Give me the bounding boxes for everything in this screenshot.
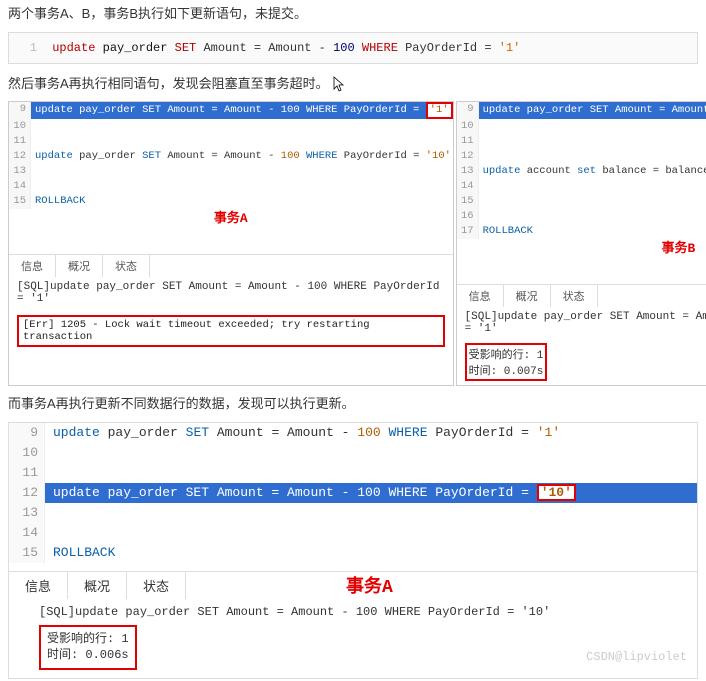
tabs-a: 信息 概况 状态 xyxy=(9,254,453,277)
cursor-icon xyxy=(332,76,348,92)
highlight-value-a: '1' xyxy=(426,102,453,119)
watermark-big: CSDN@lipviolet xyxy=(586,650,687,664)
editor-a: 9update pay_order SET Amount = Amount - … xyxy=(9,102,453,209)
intro-paragraph: 两个事务A、B，事务B执行如下更新语句，未提交。 xyxy=(0,0,706,32)
big-sql-log: [SQL]update pay_order SET Amount = Amoun… xyxy=(9,599,697,619)
line-9a: update pay_order SET Amount = Amount - 1… xyxy=(31,102,453,119)
log-b-sql: [SQL]update pay_order SET Amount = Amoun… xyxy=(457,307,706,339)
big-tabs: 信息 概况 状态 事务A xyxy=(9,571,697,599)
log-a-sql: [SQL]update pay_order SET Amount = Amoun… xyxy=(9,277,453,309)
kw-update: update xyxy=(52,41,95,55)
tab-overview[interactable]: 概况 xyxy=(56,255,103,277)
tab-status[interactable]: 状态 xyxy=(551,285,598,307)
big-line-9: update pay_order SET Amount = Amount - 1… xyxy=(45,423,697,443)
sql-code-block-1: 1 update pay_order SET Amount = Amount -… xyxy=(8,32,698,64)
tab-overview[interactable]: 概况 xyxy=(504,285,551,307)
line-12a: update pay_order SET Amount = Amount - 1… xyxy=(31,149,453,164)
literal-number: 100 xyxy=(333,41,355,55)
literal-string: '1' xyxy=(499,41,521,55)
big-editor: 9update pay_order SET Amount = Amount - … xyxy=(8,422,698,680)
panel-a-label: 事务A xyxy=(9,207,453,226)
stats-box-b: 受影响的行: 1 时间: 0.007s xyxy=(465,343,548,381)
editor-b: 9update pay_order SET Amount = Amount - … xyxy=(457,102,706,239)
line-13b: update account set balance = balance - 5… xyxy=(479,164,706,179)
panel-b-label: 事务B xyxy=(457,237,706,256)
kw-set: SET xyxy=(175,41,197,55)
error-box-a: [Err] 1205 - Lock wait timeout exceeded;… xyxy=(17,315,445,347)
tab-info[interactable]: 信息 xyxy=(457,285,504,307)
tabs-b: 信息 概况 状态 xyxy=(457,284,706,307)
big-line-12: update pay_order SET Amount = Amount - 1… xyxy=(45,483,697,503)
mid-paragraph: 然后事务A再执行相同语句，发现会阻塞直至事务超时。 xyxy=(0,70,706,102)
two-panel-container: 9update pay_order SET Amount = Amount - … xyxy=(8,101,698,386)
tab-status[interactable]: 状态 xyxy=(103,255,150,277)
highlight-value-big: '10' xyxy=(537,484,576,501)
kw-where: WHERE xyxy=(362,41,398,55)
line-9b: update pay_order SET Amount = Amount - 1… xyxy=(479,102,706,119)
panel-a: 9update pay_order SET Amount = Amount - … xyxy=(8,101,454,386)
tab-info[interactable]: 信息 xyxy=(9,255,56,277)
stats-box-big: 受影响的行: 1 时间: 0.006s xyxy=(39,625,137,671)
para-3: 而事务A再执行更新不同数据行的数据，发现可以执行更新。 xyxy=(0,390,706,422)
line-number: 1 xyxy=(19,41,37,55)
panel-b: 9update pay_order SET Amount = Amount - … xyxy=(456,101,706,386)
